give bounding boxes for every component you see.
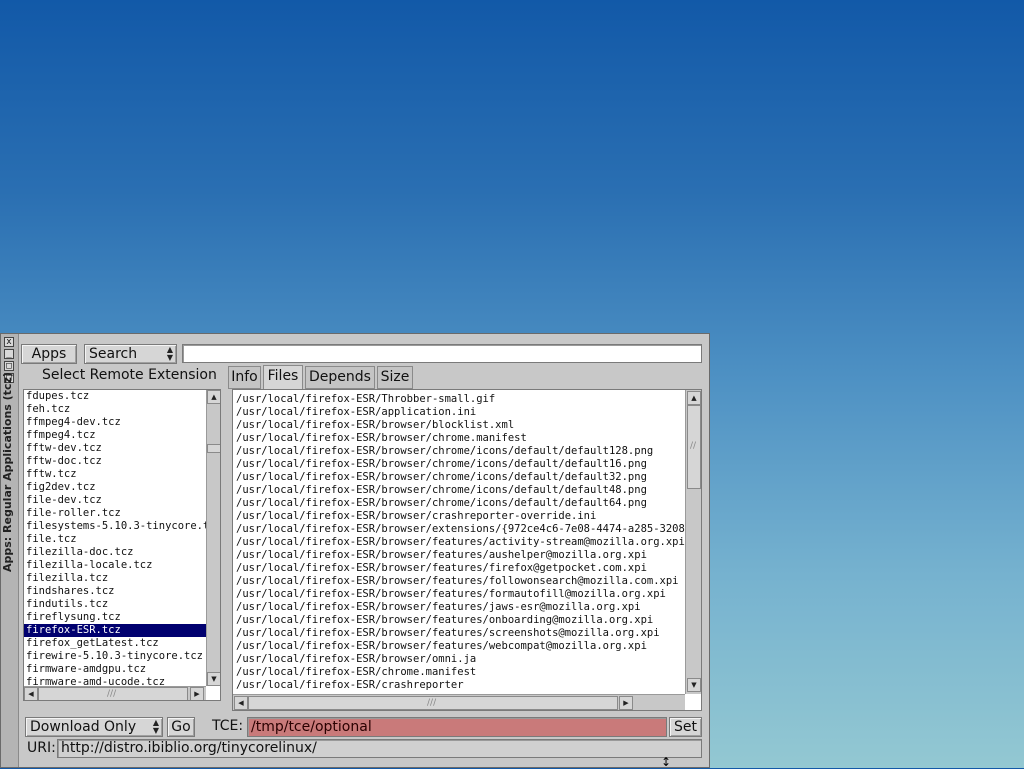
- file-list-item[interactable]: /usr/local/firefox-ESR/browser/features/…: [233, 627, 685, 640]
- tab-size[interactable]: Size: [377, 366, 413, 389]
- tab-files[interactable]: Files: [263, 365, 303, 389]
- file-list-item[interactable]: /usr/local/firefox-ESR/browser/chrome/ic…: [233, 458, 685, 471]
- tce-dir-value: /tmp/tce/optional: [251, 719, 372, 735]
- extension-list-item[interactable]: ffmpeg4.tcz: [24, 429, 206, 442]
- file-list-item[interactable]: /usr/local/firefox-ESR/Throbber-small.gi…: [233, 393, 685, 406]
- scroll-right-icon[interactable]: ▶: [190, 687, 204, 700]
- extension-list-item[interactable]: findutils.tcz: [24, 598, 206, 611]
- extension-list-item[interactable]: filezilla-doc.tcz: [24, 546, 206, 559]
- file-list-item[interactable]: /usr/local/firefox-ESR/browser/features/…: [233, 549, 685, 562]
- scroll-thumb[interactable]: [207, 444, 220, 453]
- file-list-item[interactable]: /usr/local/firefox-ESR/browser/omni.ja: [233, 653, 685, 666]
- scroll-down-icon[interactable]: ▼: [687, 678, 701, 692]
- file-list-item[interactable]: /usr/local/firefox-ESR/browser/chrome/ic…: [233, 445, 685, 458]
- extension-list-item[interactable]: file.tcz: [24, 533, 206, 546]
- appbrowser-window: x _ □ □ Apps: Regular Applications (tcz)…: [0, 333, 710, 768]
- file-list-item[interactable]: /usr/local/firefox-ESR/chrome.manifest: [233, 666, 685, 679]
- download-mode-value: Download Only: [30, 719, 137, 735]
- set-button[interactable]: Set: [669, 717, 702, 737]
- extension-list-item[interactable]: fftw.tcz: [24, 468, 206, 481]
- extension-list-hscrollbar[interactable]: ◀ /// ▶: [24, 686, 206, 700]
- file-list-item[interactable]: /usr/local/firefox-ESR/browser/features/…: [233, 614, 685, 627]
- select-extension-heading: Select Remote Extension: [42, 367, 217, 383]
- scroll-down-icon[interactable]: ▼: [207, 672, 220, 686]
- file-list-item[interactable]: /usr/local/firefox-ESR/browser/features/…: [233, 536, 685, 549]
- file-list-item[interactable]: /usr/local/firefox-ESR/browser/chrome/ic…: [233, 497, 685, 510]
- scroll-right-icon[interactable]: ▶: [619, 696, 633, 710]
- grip-icon: ///: [427, 698, 437, 708]
- extension-list-item[interactable]: firewire-5.10.3-tinycore.tcz: [24, 650, 206, 663]
- file-list-item[interactable]: /usr/local/firefox-ESR/browser/chrome/ic…: [233, 484, 685, 497]
- file-list-item[interactable]: /usr/local/firefox-ESR/browser/crashrepo…: [233, 510, 685, 523]
- window-titlebar[interactable]: x _ □ □ Apps: Regular Applications (tcz): [1, 334, 19, 767]
- grip-icon: ///: [107, 689, 117, 699]
- apps-button[interactable]: Apps: [21, 344, 77, 364]
- search-mode-value: Search: [89, 346, 138, 362]
- hscroll-thumb[interactable]: ///: [38, 687, 188, 700]
- maximize-icon[interactable]: □: [4, 361, 14, 371]
- uri-value: http://distro.ibiblio.org/tinycorelinux/: [61, 740, 317, 756]
- file-list-item[interactable]: /usr/local/firefox-ESR/browser/features/…: [233, 562, 685, 575]
- extension-list-item[interactable]: file-dev.tcz: [24, 494, 206, 507]
- window-title: Apps: Regular Applications (tcz): [1, 372, 14, 572]
- file-list-item[interactable]: /usr/local/firefox-ESR/browser/features/…: [233, 640, 685, 653]
- extension-list-item[interactable]: fftw-doc.tcz: [24, 455, 206, 468]
- file-list-item[interactable]: /usr/local/firefox-ESR/browser/features/…: [233, 601, 685, 614]
- hscroll-thumb[interactable]: ///: [248, 696, 618, 710]
- extension-list-item[interactable]: findshares.tcz: [24, 585, 206, 598]
- select-arrows-icon: ▲ ▼: [152, 718, 159, 735]
- files-list-scrollbar[interactable]: ▲ // ▼: [685, 390, 701, 694]
- extension-list-item[interactable]: fireflysung.tcz: [24, 611, 206, 624]
- uri-label: URI:: [27, 740, 56, 756]
- file-list-item[interactable]: /usr/local/firefox-ESR/browser/blocklist…: [233, 419, 685, 432]
- tab-depends[interactable]: Depends: [305, 366, 375, 389]
- file-list-item[interactable]: /usr/local/firefox-ESR/browser/features/…: [233, 588, 685, 601]
- grip-icon: //: [690, 441, 697, 451]
- files-list-hscrollbar[interactable]: ◀ /// ▶: [233, 694, 685, 710]
- minimize-icon[interactable]: _: [4, 349, 14, 359]
- scroll-thumb[interactable]: //: [687, 405, 701, 489]
- file-list-item[interactable]: /usr/local/firefox-ESR/browser/chrome.ma…: [233, 432, 685, 445]
- extension-list-item[interactable]: feh.tcz: [24, 403, 206, 416]
- extension-list-item[interactable]: filesystems-5.10.3-tinycore.tcz: [24, 520, 206, 533]
- search-mode-select[interactable]: Search ▲ ▼: [84, 344, 177, 364]
- extension-list-item[interactable]: file-roller.tcz: [24, 507, 206, 520]
- mouse-cursor-icon: ↕: [661, 755, 672, 769]
- scroll-left-icon[interactable]: ◀: [24, 687, 38, 700]
- extension-list[interactable]: fdupes.tcz feh.tcz ffmpeg4-dev.tcz ffmpeg4.…: [23, 389, 221, 701]
- close-icon[interactable]: x: [4, 337, 14, 347]
- extension-list-item[interactable]: ffmpeg4-dev.tcz: [24, 416, 206, 429]
- scroll-up-icon[interactable]: ▲: [207, 390, 220, 404]
- uri-field[interactable]: http://distro.ibiblio.org/tinycorelinux/: [57, 739, 702, 758]
- file-list-item[interactable]: /usr/local/firefox-ESR/application.ini: [233, 406, 685, 419]
- select-arrows-icon: ▲ ▼: [166, 345, 173, 362]
- go-button[interactable]: Go: [167, 717, 195, 737]
- extension-list-item[interactable]: fdupes.tcz: [24, 390, 206, 403]
- extension-list-item[interactable]: fig2dev.tcz: [24, 481, 206, 494]
- extension-list-item[interactable]: firefox_getLatest.tcz: [24, 637, 206, 650]
- extension-list-item[interactable]: filezilla-locale.tcz: [24, 559, 206, 572]
- file-list-item[interactable]: /usr/local/firefox-ESR/browser/features/…: [233, 575, 685, 588]
- extension-list-item[interactable]: firmware-amdgpu.tcz: [24, 663, 206, 676]
- file-list-item[interactable]: /usr/local/firefox-ESR/browser/chrome/ic…: [233, 471, 685, 484]
- tab-info[interactable]: Info: [228, 366, 261, 389]
- files-list[interactable]: /usr/local/firefox-ESR/Throbber-small.gi…: [232, 389, 702, 711]
- extension-list-scrollbar[interactable]: ▲ ▼: [206, 390, 220, 686]
- scroll-left-icon[interactable]: ◀: [234, 696, 248, 710]
- download-mode-select[interactable]: Download Only ▲ ▼: [25, 717, 163, 737]
- search-input[interactable]: [182, 344, 702, 363]
- tce-label: TCE:: [212, 718, 244, 734]
- extension-list-item[interactable]: fftw-dev.tcz: [24, 442, 206, 455]
- extension-list-item[interactable]: firefox-ESR.tcz: [24, 624, 206, 637]
- tce-dir-field[interactable]: /tmp/tce/optional: [247, 717, 667, 737]
- file-list-item[interactable]: /usr/local/firefox-ESR/crashreporter: [233, 679, 685, 692]
- extension-list-item[interactable]: filezilla.tcz: [24, 572, 206, 585]
- file-list-item[interactable]: /usr/local/firefox-ESR/browser/extension…: [233, 523, 685, 536]
- scroll-up-icon[interactable]: ▲: [687, 391, 701, 405]
